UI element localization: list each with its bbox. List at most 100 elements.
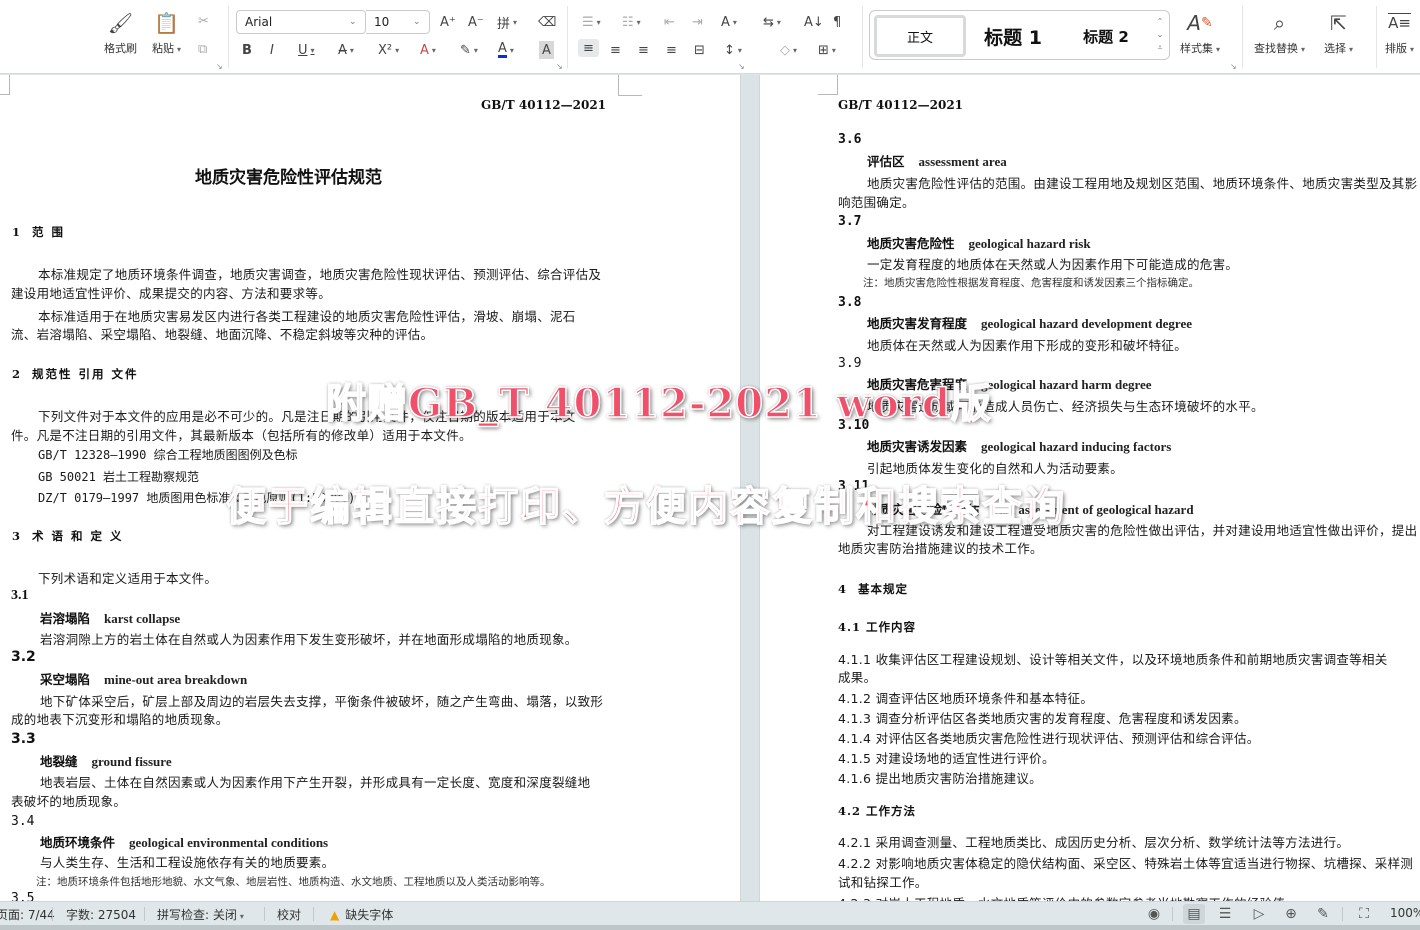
list-item: 试和钻探工作。 [838, 875, 928, 890]
term-definition: 响范围确定。 [838, 195, 915, 210]
styles-dialog-launcher[interactable]: ↘ [1230, 62, 1237, 71]
paste-button[interactable]: 📋 粘贴 ▾ [152, 10, 181, 56]
style-normal[interactable]: 正文 [874, 15, 966, 57]
page-view-icon[interactable]: ▤ [1183, 904, 1205, 924]
clear-format-icon[interactable]: ⌫ [538, 13, 556, 31]
chevron-down-icon: ▾ [239, 912, 244, 921]
header-standard-code: GB/T 40112—2021 [481, 98, 607, 112]
fit-page-icon[interactable]: ⛶ [1353, 904, 1375, 924]
format-painter-button[interactable]: 🖌 格式刷 [104, 10, 137, 56]
list-item: 4.2.1 采用调查测量、工程地质类比、成因历史分析、层次分析、数学统计法等方法… [838, 835, 1350, 850]
align-right-icon[interactable]: ≡ [638, 41, 649, 59]
warning-icon: ▲ [330, 908, 340, 922]
style-set-label: 样式集 [1180, 42, 1213, 55]
section-2-heading: 2 规范性 引用 文件 [12, 367, 139, 381]
bullets-icon[interactable]: ☰ ▾ [582, 13, 601, 31]
text-effect-icon[interactable]: A ▾ [420, 41, 436, 59]
show-marks-icon[interactable]: ¶ [833, 13, 841, 31]
style-set-button[interactable]: A ✎ 样式集 ▾ [1180, 10, 1220, 56]
term-title: 地质灾害诱发因素 geological hazard inducing facto… [867, 439, 1172, 454]
char-spacing-icon[interactable]: A ▾ [721, 13, 737, 31]
select-button[interactable]: ⇱ 选择 ▾ [1324, 10, 1353, 56]
style-set-icon: A ✎ [1187, 11, 1213, 35]
layout-icon: A≡ [1388, 14, 1411, 32]
superscript-icon[interactable]: X² ▾ [378, 41, 399, 59]
section-4-heading: 4 基本规定 [838, 582, 909, 596]
pen-icon[interactable]: ✎ [1312, 904, 1334, 924]
expand-gallery-icon[interactable]: ⩡ [1155, 41, 1165, 54]
line-spacing-icon[interactable]: ↕ ▾ [724, 41, 742, 59]
term-number: 3.9 [838, 356, 862, 371]
paragraph-text: 流、岩溶塌陷、采空塌陷、地裂缝、地面沉降、不稳定斜坡等灾种的评估。 [11, 327, 434, 342]
section-1-heading: 1范 围 [12, 225, 66, 239]
style-heading-2[interactable]: 标题 2 [1066, 15, 1146, 57]
play-icon[interactable]: ▷ [1248, 904, 1270, 924]
borders-icon[interactable]: ⊞ ▾ [818, 41, 836, 59]
layout-button[interactable]: A≡ 排版 ▾ [1385, 10, 1414, 56]
justify-icon[interactable]: ≡ [666, 41, 677, 59]
styles-scroll[interactable]: ⌃ ⌄ ⩡ [1155, 15, 1165, 54]
page-indicator[interactable]: 页面: 7/44 [0, 906, 55, 923]
term-note: 注：地质灾害危险性根据发育程度、危害程度和诱发因素三个指标确定。 [863, 277, 1199, 289]
reference-item: GB 50021 岩土工程勘察规范 [38, 470, 200, 484]
reference-item: GB/T 12328—1990 综合工程地质图图例及色标 [38, 448, 298, 462]
shrink-font-icon[interactable]: A⁻ [468, 13, 484, 31]
list-item: 4.1.6 提出地质灾害防治措施建议。 [838, 771, 1042, 786]
list-item: 4.1.3 调查分析评估区各类地质灾害的发育程度、危害程度和诱发因素。 [838, 711, 1247, 726]
paragraph-text: 下列术语和定义适用于本文件。 [38, 571, 218, 586]
term-definition: 地质灾害防治措施建议的技术工作。 [838, 541, 1043, 556]
proofread-button[interactable]: 校对 [277, 906, 301, 923]
underline-icon[interactable]: U ▾ [298, 41, 315, 59]
font-name-combo[interactable]: Arial ⌄ [236, 10, 366, 34]
term-number: 3.8 [838, 295, 862, 310]
paragraph-dialog-launcher[interactable]: ↘ [738, 62, 745, 71]
clipboard-dialog-launcher[interactable]: ↘ [216, 62, 223, 71]
grow-font-icon[interactable]: A⁺ [440, 13, 456, 31]
font-size-combo[interactable]: 10 ⌄ [366, 10, 430, 34]
chevron-up-icon[interactable]: ⌃ [1155, 15, 1165, 28]
term-number: 3.3 [11, 731, 36, 747]
document-title: 地质灾害危险性评估规范 [195, 168, 382, 188]
term-title: 评估区 assessment area [867, 154, 1007, 169]
chevron-down-icon[interactable]: ⌄ [1155, 28, 1165, 41]
term-number: 3.2 [11, 649, 36, 665]
sort-icon[interactable]: A↓ [804, 13, 824, 31]
word-count[interactable]: 字数: 27504 [66, 906, 136, 923]
term-definition: 地质灾害危险性评估的范围。由建设工程用地及规划区范围、地质环境条件、地质灾害类型… [867, 176, 1418, 191]
term-definition: 一定发育程度的地质体在天然或人为因素作用下可能造成的危害。 [867, 257, 1239, 272]
style-heading-1[interactable]: 标题 1 [972, 15, 1054, 57]
char-shading-icon[interactable]: A [539, 41, 554, 59]
list-item: 4.2.2 对影响地质灾害体稳定的隐伏结构面、采空区、特殊岩土体等宜适当进行物探… [838, 856, 1414, 871]
text-direction-icon[interactable]: ⇆ ▾ [763, 13, 781, 31]
distribute-icon[interactable]: ⊟ [694, 41, 705, 59]
strikethrough-icon[interactable]: A̶ ▾ [338, 41, 354, 59]
zoom-level[interactable]: 100% [1390, 906, 1420, 920]
shading-icon[interactable]: ◇ ▾ [780, 41, 797, 59]
spell-check-toggle[interactable]: 拼写检查: 关闭 ▾ [157, 906, 244, 923]
align-left-icon[interactable]: ≡ [578, 39, 599, 57]
web-view-icon[interactable]: ⊕ [1280, 904, 1302, 924]
copy-icon[interactable]: ⧉ [198, 40, 207, 58]
numbering-icon[interactable]: ☷ ▾ [622, 13, 641, 31]
cut-icon[interactable]: ✂ [198, 12, 209, 30]
document-area[interactable]: GB/T 40112—2021 地质灾害危险性评估规范 1范 围 本标准规定了地… [0, 75, 1420, 901]
list-item: 4.1.2 调查评估区地质环境条件和基本特征。 [838, 691, 1094, 706]
font-color-icon[interactable]: A ▾ [498, 41, 514, 59]
italic-icon[interactable]: I [270, 41, 274, 59]
increase-indent-icon[interactable]: ⇥ [692, 13, 703, 31]
outline-view-icon[interactable]: ☰ [1214, 904, 1236, 924]
font-dialog-launcher[interactable]: ↘ [556, 62, 563, 71]
decrease-indent-icon[interactable]: ⇤ [664, 13, 675, 31]
promo-overlay-line-1: 附赠GB_T 40112-2021 word版 [325, 379, 992, 428]
find-replace-button[interactable]: ⌕ 查找替换 ▾ [1254, 10, 1305, 56]
highlight-icon[interactable]: ✎ ▾ [460, 41, 478, 59]
bold-icon[interactable]: B [242, 41, 252, 59]
reading-mode-icon[interactable]: ◉ [1143, 904, 1165, 924]
chevron-down-icon: ⌄ [349, 17, 357, 27]
term-definition: 岩溶洞隙上方的岩土体在自然或人为因素作用下发生变形破坏，并在地面形成塌陷的地质现… [40, 632, 578, 647]
align-center-icon[interactable]: ≡ [610, 41, 621, 59]
term-definition: 与人类生存、生活和工程设施依存有关的地质要素。 [40, 855, 335, 870]
phonetic-guide-icon[interactable]: 拼 ▾ [497, 13, 517, 32]
missing-fonts-button[interactable]: ▲ 缺失字体 [330, 906, 393, 923]
section-4-1-heading: 4.1 工作内容 [838, 620, 917, 634]
